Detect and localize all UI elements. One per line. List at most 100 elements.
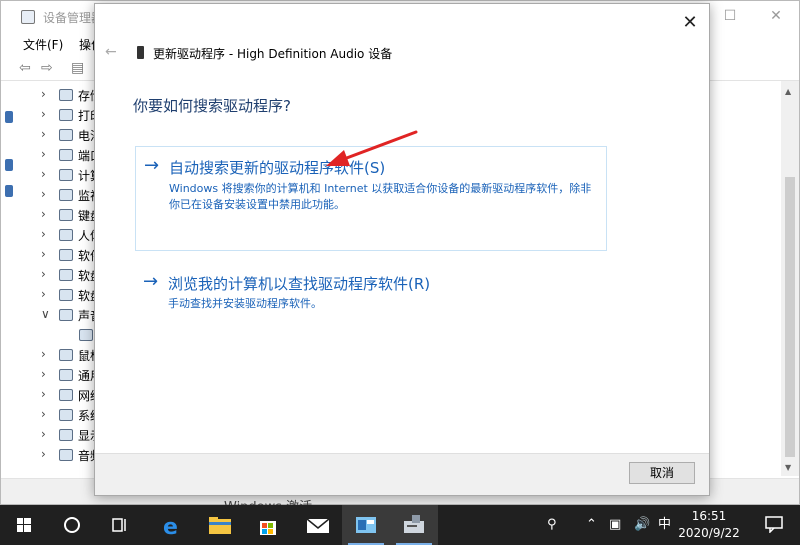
- chevron-up-icon[interactable]: ⌃: [586, 505, 597, 545]
- tree-item[interactable]: › 键盘: [15, 205, 105, 225]
- clock-date: 2020/9/22: [678, 526, 740, 540]
- task-view-button[interactable]: [96, 505, 144, 545]
- device-category-icon: [59, 129, 73, 141]
- back-arrow-icon[interactable]: ←: [105, 44, 117, 60]
- device-category-icon: [59, 309, 73, 321]
- device-category-icon: [59, 289, 73, 301]
- browse-computer-option[interactable]: → 浏览我的计算机以查找驱动程序软件(R) 手动查找并安装驱动程序软件。: [135, 269, 607, 319]
- running-app-button[interactable]: [342, 505, 390, 545]
- device-category-icon: [59, 189, 73, 201]
- chevron-right-icon[interactable]: ›: [41, 447, 46, 461]
- chevron-right-icon[interactable]: ›: [41, 347, 46, 361]
- device-category-icon: [59, 429, 73, 441]
- mail-envelope-icon: [306, 518, 330, 533]
- folder-icon: [209, 517, 231, 534]
- chevron-right-icon[interactable]: ›: [41, 427, 46, 441]
- tree-item[interactable]: › 音频: [15, 445, 105, 465]
- tree-item[interactable]: [15, 325, 105, 345]
- tree-item[interactable]: › 软件: [15, 245, 105, 265]
- option-description: Windows 将搜索你的计算机和 Internet 以获取适合你设备的最新驱动…: [169, 182, 592, 211]
- chevron-right-icon[interactable]: ›: [41, 227, 46, 241]
- chevron-right-icon[interactable]: ›: [41, 207, 46, 221]
- chevron-right-icon[interactable]: ›: [41, 387, 46, 401]
- chevron-right-icon[interactable]: ›: [41, 147, 46, 161]
- shield-icon: [5, 111, 13, 123]
- tree-gutter: [1, 85, 15, 215]
- auto-search-option[interactable]: → 自动搜索更新的驱动程序软件(S) Windows 将搜索你的计算机和 Int…: [135, 146, 607, 251]
- tree-item[interactable]: › 系统: [15, 405, 105, 425]
- clock-time: 16:51: [691, 509, 727, 523]
- tree-item[interactable]: › 软盘: [15, 285, 105, 305]
- device-manager-icon: [21, 10, 35, 24]
- device-category-icon: [59, 149, 73, 161]
- chevron-right-icon[interactable]: ›: [41, 167, 46, 181]
- file-explorer-button[interactable]: [196, 505, 244, 545]
- chevron-right-icon[interactable]: ›: [41, 267, 46, 281]
- tree-item[interactable]: › 存储: [15, 85, 105, 105]
- tree-item[interactable]: › 网络: [15, 385, 105, 405]
- tree-item[interactable]: › 计算: [15, 165, 105, 185]
- tree-item[interactable]: › 打印: [15, 105, 105, 125]
- scroll-down-icon[interactable]: ▼: [785, 463, 791, 472]
- close-button[interactable]: ✕: [753, 1, 799, 33]
- scroll-up-icon[interactable]: ▲: [785, 87, 791, 96]
- menu-file[interactable]: 文件(F): [23, 36, 63, 53]
- store-bag-icon: [260, 521, 276, 535]
- chevron-right-icon[interactable]: ›: [41, 367, 46, 381]
- tree-item[interactable]: › 人体: [15, 225, 105, 245]
- scroll-thumb[interactable]: [785, 177, 795, 457]
- vertical-scrollbar[interactable]: ▲ ▼: [781, 81, 799, 476]
- maximize-button[interactable]: ☐: [707, 1, 753, 33]
- option-title[interactable]: 浏览我的计算机以查找驱动程序软件(R): [168, 273, 430, 294]
- chevron-right-icon[interactable]: ›: [41, 187, 46, 201]
- arrow-right-icon: →: [143, 271, 159, 292]
- option-title[interactable]: 自动搜索更新的驱动程序软件(S): [169, 157, 385, 178]
- tree-item[interactable]: › 电池: [15, 125, 105, 145]
- device-category-icon: [59, 109, 73, 121]
- tree-item[interactable]: ∨ 声音: [15, 305, 105, 325]
- dialog-heading: 你要如何搜索驱动程序?: [133, 97, 291, 115]
- dialog-footer: 取消: [95, 453, 709, 495]
- mail-button[interactable]: [294, 505, 342, 545]
- chevron-right-icon[interactable]: ›: [41, 107, 46, 121]
- tree-item[interactable]: › 通用: [15, 365, 105, 385]
- edge-browser-button[interactable]: e: [148, 505, 196, 545]
- svg-text:e: e: [163, 515, 178, 540]
- network-icon[interactable]: ▣: [609, 505, 621, 545]
- tree-item[interactable]: › 监视: [15, 185, 105, 205]
- device-category-icon: [59, 349, 73, 361]
- tree-item[interactable]: › 鼠标: [15, 345, 105, 365]
- device-category-icon: [59, 409, 73, 421]
- shield-icon: [5, 185, 13, 197]
- chevron-right-icon[interactable]: ›: [41, 127, 46, 141]
- start-button[interactable]: [0, 505, 48, 545]
- search-button[interactable]: [48, 505, 96, 545]
- forward-arrow-icon[interactable]: ⇨: [41, 60, 53, 76]
- cancel-button[interactable]: 取消: [629, 462, 695, 484]
- chevron-right-icon[interactable]: ›: [41, 407, 46, 421]
- input-method-indicator[interactable]: 中: [658, 505, 671, 545]
- volume-icon[interactable]: 🔊: [634, 505, 650, 545]
- tree-item[interactable]: › 软盘: [15, 265, 105, 285]
- system-clock[interactable]: 16:51 2020/9/22: [676, 508, 742, 542]
- edge-icon: e: [163, 515, 178, 540]
- people-icon[interactable]: ⚲: [547, 505, 557, 545]
- app-window-icon: [356, 517, 376, 533]
- chevron-right-icon[interactable]: ›: [41, 87, 46, 101]
- audio-device-icon: [137, 46, 144, 59]
- tree-item[interactable]: › 显示: [15, 425, 105, 445]
- back-arrow-icon[interactable]: ⇦: [19, 60, 31, 76]
- tree-item[interactable]: › 端口: [15, 145, 105, 165]
- device-category-icon: [59, 209, 73, 221]
- device-manager-taskbar-button[interactable]: [390, 505, 438, 545]
- chevron-down-icon[interactable]: ∨: [41, 307, 50, 321]
- search-circle-icon: [64, 517, 80, 533]
- dialog-close-button[interactable]: ✕: [677, 10, 703, 36]
- chevron-right-icon[interactable]: ›: [41, 287, 46, 301]
- chevron-right-icon[interactable]: ›: [41, 247, 46, 261]
- notification-center-icon[interactable]: [764, 515, 784, 533]
- store-button[interactable]: [244, 505, 292, 545]
- task-view-icon: [112, 518, 126, 532]
- device-category-icon: [59, 249, 73, 261]
- properties-icon[interactable]: ▤: [71, 60, 84, 76]
